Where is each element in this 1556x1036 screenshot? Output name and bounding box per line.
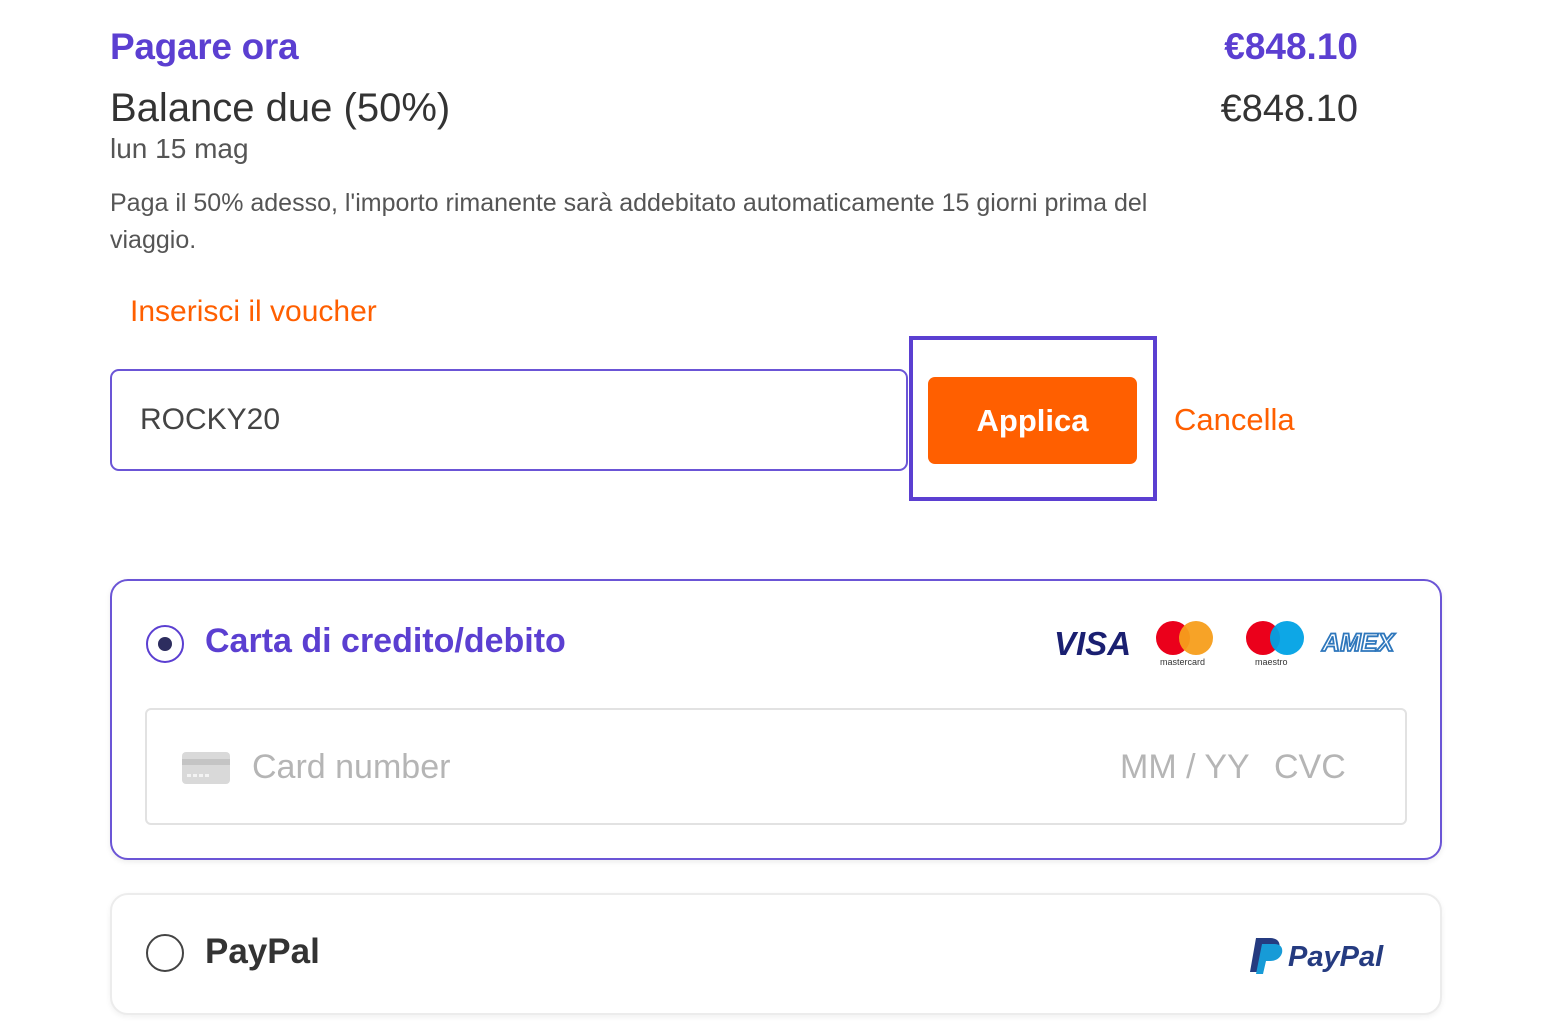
pay-now-amount: €848.10 (1224, 26, 1358, 67)
amex-logo: AMEX (1320, 628, 1396, 658)
balance-due-amount: €848.10 (1220, 88, 1358, 130)
cancel-link[interactable]: Cancella (1174, 402, 1295, 438)
card-payment-label[interactable]: Carta di credito/debito (205, 622, 566, 661)
balance-due-label: Balance due (50%) (110, 86, 451, 130)
credit-card-icon (182, 752, 230, 784)
radio-selected-dot (158, 637, 172, 651)
svg-text:maestro: maestro (1255, 657, 1288, 667)
pay-now-label: Pagare ora (110, 26, 299, 67)
svg-text:PayPal: PayPal (1288, 941, 1384, 973)
balance-due-date: lun 15 mag (110, 133, 249, 164)
card-expiry-input[interactable]: MM / YY (1120, 748, 1250, 787)
mastercard-logo: mastercard (1156, 621, 1213, 667)
card-cvc-input[interactable]: CVC (1274, 748, 1346, 787)
balance-note: Paga il 50% adesso, l'importo rimanente … (110, 189, 1148, 254)
svg-text:mastercard: mastercard (1160, 657, 1205, 667)
voucher-input[interactable] (110, 369, 908, 471)
paypal-label[interactable]: PayPal (205, 932, 320, 972)
apply-button[interactable]: Applica (928, 377, 1137, 464)
paypal-radio[interactable] (146, 934, 184, 972)
visa-logo: VISA (1054, 625, 1131, 662)
svg-text:VISA: VISA (1054, 625, 1131, 662)
card-brand-logos: VISA mastercard maestro AMEX (1054, 621, 1396, 667)
maestro-logo: maestro (1246, 621, 1304, 667)
svg-text:AMEX: AMEX (1321, 629, 1396, 657)
card-number-input[interactable]: Card number (252, 748, 450, 787)
card-radio[interactable] (146, 625, 184, 663)
paypal-logo: PayPal (1250, 938, 1384, 974)
paypal-p-icon (1250, 938, 1283, 974)
voucher-title: Inserisci il voucher (130, 295, 377, 328)
